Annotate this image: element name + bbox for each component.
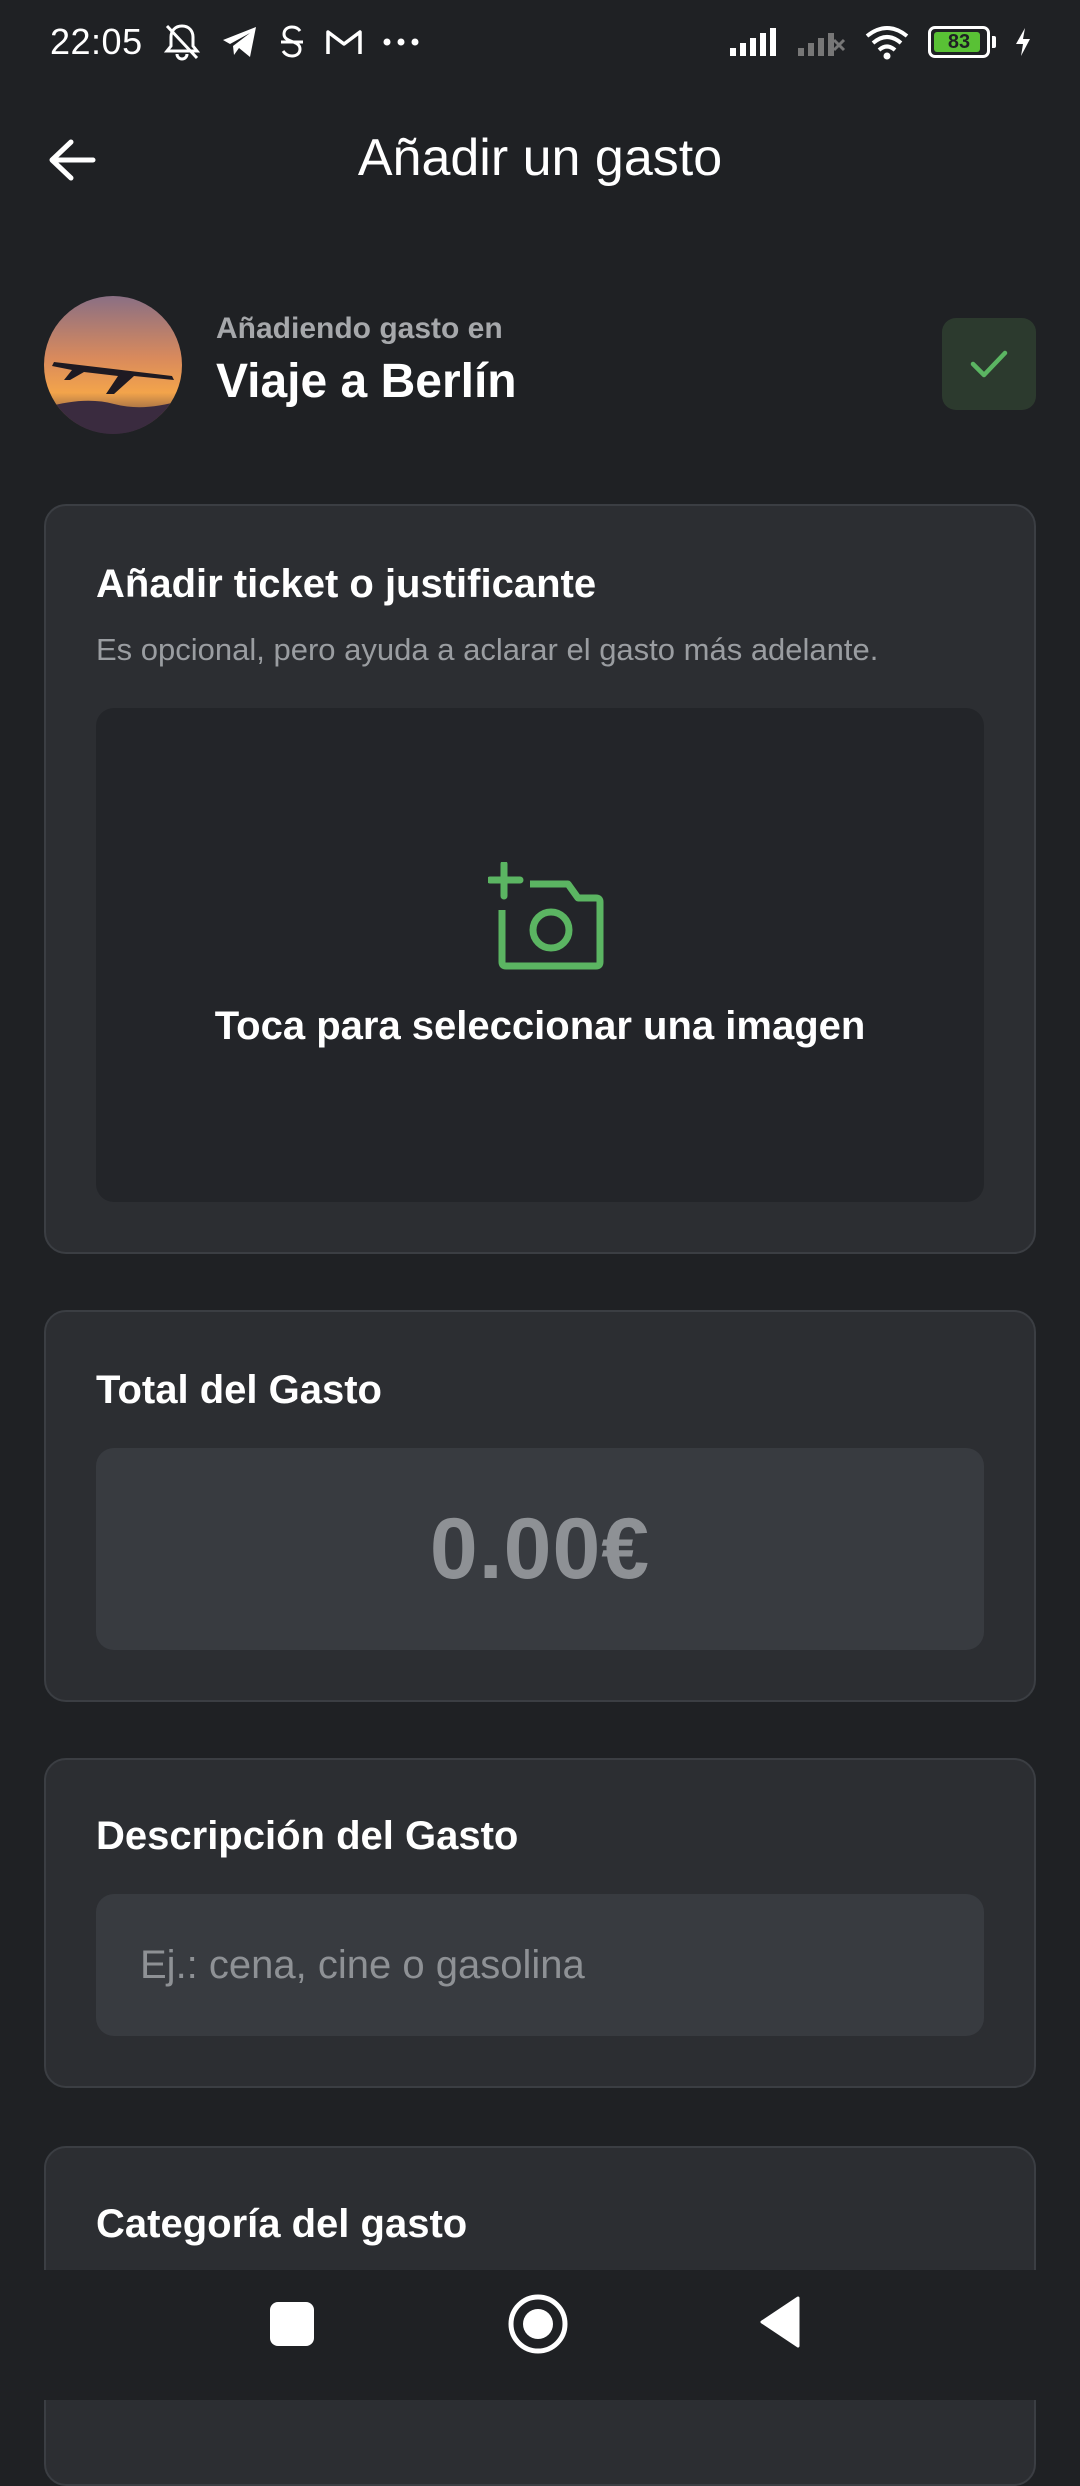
airplane-sunset-image — [44, 296, 182, 434]
amount-input[interactable]: 0.00€ — [96, 1448, 984, 1650]
description-title: Descripción del Gasto — [96, 1814, 518, 1859]
group-name: Viaje a Berlín — [216, 354, 517, 409]
gmail-icon — [325, 27, 363, 57]
total-card: Total del Gasto 0.00€ — [44, 1310, 1036, 1702]
group-header: Añadiendo gasto en Viaje a Berlín — [44, 292, 1036, 432]
battery-body: 83 — [928, 26, 990, 58]
confirm-button[interactable] — [942, 318, 1036, 410]
receipt-subtitle: Es opcional, pero ayuda a aclarar el gas… — [96, 632, 878, 668]
square-recents-icon[interactable] — [270, 2302, 314, 2346]
mute-notifications-icon — [161, 22, 203, 62]
system-nav-bar — [0, 2270, 1080, 2400]
wifi-icon — [864, 24, 910, 60]
picker-label: Toca para seleccionar una imagen — [96, 1004, 984, 1049]
receipt-card: Añadir ticket o justificante Es opcional… — [44, 504, 1036, 1254]
status-right: 83 — [728, 24, 1032, 60]
image-picker[interactable]: Toca para seleccionar una imagen — [96, 708, 984, 1202]
add-photo-camera-icon — [488, 862, 606, 972]
receipt-title: Añadir ticket o justificante — [96, 562, 596, 607]
status-time: 22:05 — [50, 21, 143, 63]
battery-icon: 83 — [928, 26, 996, 58]
charging-icon — [1014, 27, 1032, 57]
more-dots-icon — [381, 37, 421, 47]
signal-no-service-icon — [796, 26, 846, 58]
description-input[interactable] — [96, 1894, 984, 2036]
app-s-icon — [277, 24, 307, 60]
amount-value: 0.00€ — [430, 1500, 650, 1599]
battery-tip — [992, 36, 996, 48]
page-title: Añadir un gasto — [0, 128, 1080, 188]
signal-icon — [728, 26, 778, 58]
app-bar: Añadir un gasto — [0, 100, 1080, 220]
circle-home-icon[interactable] — [506, 2292, 570, 2356]
telegram-icon — [221, 25, 259, 59]
total-title: Total del Gasto — [96, 1368, 382, 1413]
battery-level: 83 — [948, 31, 970, 54]
group-avatar — [44, 296, 182, 434]
group-subtitle: Añadiendo gasto en — [216, 312, 503, 346]
status-bar: 22:05 83 — [0, 0, 1080, 84]
triangle-back-icon[interactable] — [756, 2294, 804, 2350]
check-icon — [969, 348, 1009, 380]
category-title: Categoría del gasto — [96, 2202, 467, 2247]
description-card: Descripción del Gasto — [44, 1758, 1036, 2088]
status-left: 22:05 — [50, 21, 421, 63]
